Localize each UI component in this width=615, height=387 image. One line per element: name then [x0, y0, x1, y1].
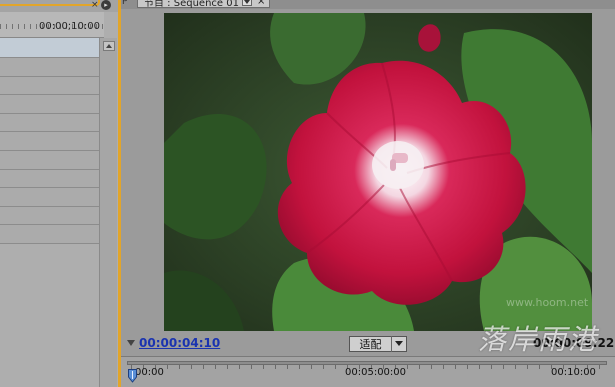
monitor-time-ruler[interactable]: 00:00 00:05:00:00 00:10:00 [121, 356, 615, 387]
zoom-fit-select[interactable]: 适配 [349, 336, 407, 352]
ruler-timecode: 00:00;10:00 [38, 21, 100, 32]
track-list [0, 38, 99, 244]
track-row[interactable] [0, 169, 99, 189]
track-row[interactable] [0, 188, 99, 207]
ruler-label: 00:05:00:00 [345, 367, 407, 378]
track-row[interactable] [0, 225, 99, 244]
zoom-fit-label: 适配 [350, 336, 392, 352]
ruler-label: 00:00 [135, 367, 164, 378]
tab-program-sequence[interactable]: 节目 : Sequence 01 × [137, 0, 271, 9]
track-row[interactable] [0, 132, 99, 151]
track-row[interactable] [0, 150, 99, 170]
watermark-text: 落岸雨港 [478, 323, 599, 356]
monitor-tabbar: P 节目 : Sequence 01 × [121, 0, 615, 9]
chevron-down-icon[interactable] [392, 337, 406, 351]
active-tab-outline [0, 0, 100, 6]
vertical-scrollbar[interactable] [99, 38, 117, 387]
track-row[interactable] [0, 206, 99, 226]
playhead-handle-icon[interactable] [128, 369, 137, 383]
current-timecode[interactable]: 00:00:04:10 [139, 336, 220, 350]
timeline-ruler[interactable]: 00:00;10:00 [0, 12, 104, 38]
chevron-down-icon[interactable] [241, 0, 252, 6]
close-icon[interactable]: × [91, 0, 99, 10]
tab-title: 节目 : Sequence 01 [144, 0, 239, 9]
track-row[interactable] [0, 95, 99, 114]
timeline-panel: × ▸ 00:00;10:00 [0, 0, 118, 387]
track-row[interactable] [0, 58, 99, 77]
flower-image [164, 13, 592, 331]
close-icon[interactable]: × [257, 0, 265, 7]
playhead-icon [127, 340, 135, 346]
track-row[interactable] [0, 113, 99, 133]
scroll-up-icon[interactable] [103, 41, 115, 51]
monitor-icon: P [122, 0, 128, 7]
track-row[interactable] [0, 38, 99, 58]
video-preview[interactable] [164, 13, 592, 331]
track-row[interactable] [0, 76, 99, 96]
ruler-label: 00:10:00 [551, 367, 596, 378]
watermark-url: www.hoom.net [506, 296, 589, 309]
panel-menu-icon[interactable]: ▸ [101, 0, 111, 10]
